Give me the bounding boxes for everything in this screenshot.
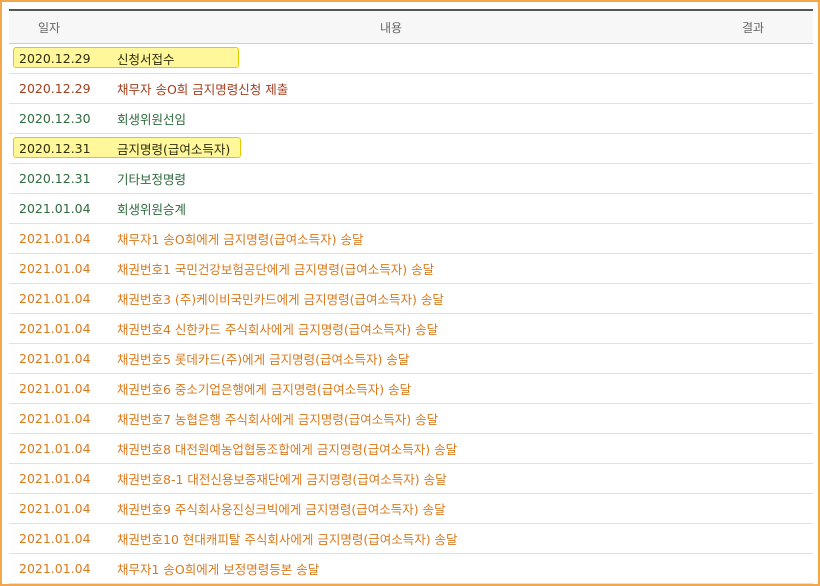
table-row: 2021.01.04 회생위원승계: [9, 194, 813, 224]
table-row: 2021.01.04 채권번호9 주식회사웅진싱크빅에게 금지명령(급여소득자) …: [9, 494, 813, 524]
table-header: 일자 내용 결과: [9, 9, 813, 44]
row-content: 채권번호8 대전원예농업협동조합에게 금지명령(급여소득자) 송달: [117, 442, 458, 457]
row-date: 2021.01.04: [19, 351, 91, 366]
table-row: 2020.12.31 기타보정명령: [9, 164, 813, 194]
row-content: 채무자1 송O희에게 보정명령등본 송달: [117, 562, 320, 577]
row-content: 채권번호5 롯데카드(주)에게 금지명령(급여소득자) 송달: [117, 352, 410, 367]
row-date: 2021.01.04: [19, 291, 91, 306]
row-content: 채권번호9 주식회사웅진싱크빅에게 금지명령(급여소득자) 송달: [117, 502, 446, 517]
row-content: 채권번호10 현대캐피탈 주식회사에게 금지명령(급여소득자) 송달: [117, 532, 458, 547]
row-date: 2021.01.04: [19, 381, 91, 396]
table-row: 2021.01.04 채권번호3 (주)케이비국민카드에게 금지명령(급여소득자)…: [9, 284, 813, 314]
header-date: 일자: [37, 20, 61, 35]
row-date: 2021.01.04: [19, 201, 91, 216]
row-content: 회생위원선임: [117, 112, 187, 127]
row-content: 금지명령(급여소득자): [117, 142, 231, 157]
table-row: 2020.12.29 신청서접수: [9, 44, 813, 74]
table-row: 2021.01.04 채무자1 송O희에게 금지명령(급여소득자) 송달: [9, 224, 813, 254]
row-content: 채권번호3 (주)케이비국민카드에게 금지명령(급여소득자) 송달: [117, 292, 444, 307]
table-row: 2021.01.04 채권번호8-1 대전신용보증재단에게 금지명령(급여소득자)…: [9, 464, 813, 494]
row-date: 2020.12.31: [19, 141, 91, 156]
row-date: 2021.01.04: [19, 471, 91, 486]
table-row: 2021.01.04 채권번호4 신한카드 주식회사에게 금지명령(급여소득자) …: [9, 314, 813, 344]
row-date: 2021.01.04: [19, 441, 91, 456]
header-content: 내용: [379, 20, 403, 35]
row-date: 2020.12.29: [19, 81, 91, 96]
row-date: 2021.01.04: [19, 321, 91, 336]
row-date: 2020.12.30: [19, 111, 91, 126]
row-date: 2021.01.04: [19, 501, 91, 516]
row-date: 2021.01.04: [19, 411, 91, 426]
table-row: 2021.01.04 채권번호1 국민건강보험공단에게 금지명령(급여소득자) 송…: [9, 254, 813, 284]
table-row: 2021.01.04 채권번호6 중소기업은행에게 금지명령(급여소득자) 송달: [9, 374, 813, 404]
header-result: 결과: [741, 20, 765, 35]
table-row: 2021.01.04 채무자1 송O희에게 보정명령등본 송달: [9, 554, 813, 584]
row-date: 2020.12.29: [19, 51, 91, 66]
row-content: 채무자 송O희 금지명령신청 제출: [117, 82, 289, 97]
table-row: 2020.12.31 금지명령(급여소득자): [9, 134, 813, 164]
case-progress-table: 일자 내용 결과 2020.12.29 신청서접수 2020.12.29 채무자 송O…: [9, 9, 813, 584]
table-row: 2021.01.04 채권번호8 대전원예농업협동조합에게 금지명령(급여소득자)…: [9, 434, 813, 464]
table-row: 2021.01.04 채권번호5 롯데카드(주)에게 금지명령(급여소득자) 송달: [9, 344, 813, 374]
screenshot-frame: 일자 내용 결과 2020.12.29 신청서접수 2020.12.29 채무자 송O…: [0, 0, 820, 586]
row-date: 2020.12.31: [19, 171, 91, 186]
row-date: 2021.01.04: [19, 231, 91, 246]
row-content: 채권번호4 신한카드 주식회사에게 금지명령(급여소득자) 송달: [117, 322, 439, 337]
row-content: 채권번호7 농협은행 주식회사에게 금지명령(급여소득자) 송달: [117, 412, 439, 427]
row-content: 회생위원승계: [117, 202, 187, 217]
table-row: 2021.01.04 채권번호10 현대캐피탈 주식회사에게 금지명령(급여소득자…: [9, 524, 813, 554]
row-date: 2021.01.04: [19, 561, 91, 576]
row-content: 신청서접수: [117, 52, 175, 67]
table-row: 2020.12.29 채무자 송O희 금지명령신청 제출: [9, 74, 813, 104]
row-content: 채권번호8-1 대전신용보증재단에게 금지명령(급여소득자) 송달: [117, 472, 447, 487]
row-date: 2021.01.04: [19, 261, 91, 276]
table-row: 2021.01.04 채권번호7 농협은행 주식회사에게 금지명령(급여소득자) …: [9, 404, 813, 434]
table-body: 2020.12.29 신청서접수 2020.12.29 채무자 송O희 금지명령신청 …: [9, 44, 813, 584]
table-row: 2020.12.30 회생위원선임: [9, 104, 813, 134]
row-content: 채권번호6 중소기업은행에게 금지명령(급여소득자) 송달: [117, 382, 412, 397]
row-content: 기타보정명령: [117, 172, 187, 187]
row-content: 채권번호1 국민건강보험공단에게 금지명령(급여소득자) 송달: [117, 262, 435, 277]
row-date: 2021.01.04: [19, 531, 91, 546]
row-content: 채무자1 송O희에게 금지명령(급여소득자) 송달: [117, 232, 364, 247]
